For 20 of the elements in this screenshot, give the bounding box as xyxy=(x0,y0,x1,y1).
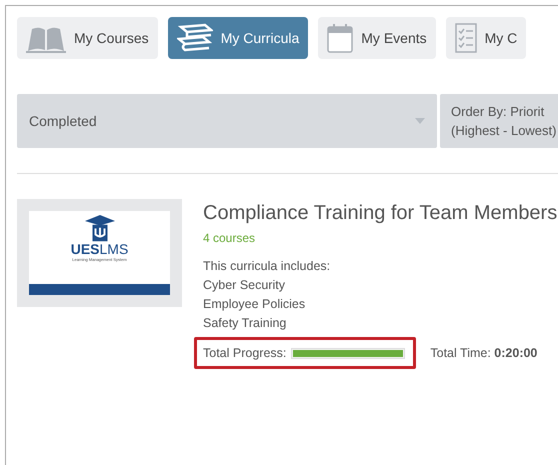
progress-label: Total Progress: xyxy=(203,346,286,360)
tab[interactable]: My Curricula xyxy=(168,17,308,59)
course-count: 4 courses xyxy=(203,231,256,245)
checklist-icon xyxy=(454,23,477,53)
total-time: Total Time: 0:20:00 xyxy=(430,346,538,360)
order-by-dropdown[interactable]: Order By: Priorit (Highest - Lowest) xyxy=(440,94,558,148)
books-icon xyxy=(176,23,213,53)
curriculum-title[interactable]: Compliance Training for Team Members xyxy=(203,202,558,225)
caret-icon xyxy=(415,118,425,124)
status-dropdown[interactable]: Completed xyxy=(17,94,437,148)
course-name: Safety Training xyxy=(203,315,288,332)
tab[interactable]: My C xyxy=(446,17,526,59)
includes-label: This curricula includes: xyxy=(203,258,332,275)
course-name: Cyber Security xyxy=(203,277,286,294)
logo-wordmark: UESLMS xyxy=(70,242,128,257)
tab[interactable]: My Events xyxy=(318,17,436,59)
calendar-icon xyxy=(327,23,354,53)
graduation-cap-icon xyxy=(84,215,114,242)
course-name: Employee Policies xyxy=(203,296,306,313)
tab[interactable]: My Courses xyxy=(17,17,158,59)
